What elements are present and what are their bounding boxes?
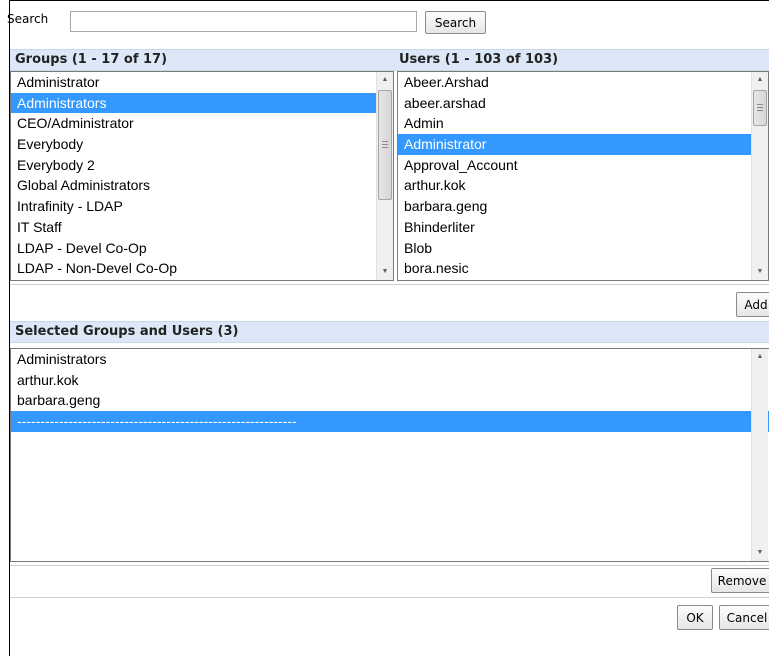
selected-scrollbar[interactable]: ▲ ▼ bbox=[751, 349, 768, 561]
selected-header: Selected Groups and Users (3) bbox=[10, 321, 769, 343]
list-item[interactable]: barbara.geng bbox=[398, 196, 768, 217]
list-item[interactable]: Admin bbox=[398, 113, 768, 134]
search-button[interactable]: Search bbox=[425, 11, 486, 34]
list-item[interactable]: Intrafinity - LDAP bbox=[11, 196, 393, 217]
divider bbox=[10, 284, 769, 285]
group-user-picker-dialog: Search Search Groups (1 - 17 of 17) User… bbox=[0, 0, 769, 656]
divider bbox=[10, 565, 769, 566]
list-item[interactable]: Abeer.Arshad bbox=[398, 72, 768, 93]
groups-header: Groups (1 - 17 of 17) bbox=[10, 49, 394, 71]
search-label: Search bbox=[7, 12, 49, 26]
list-item[interactable]: barbara.geng bbox=[11, 390, 769, 411]
list-item[interactable]: bora.nesic bbox=[398, 258, 768, 279]
list-item[interactable]: abeer.arshad bbox=[398, 93, 768, 114]
selected-list[interactable]: Administrators arthur.kok barbara.geng ----… bbox=[10, 348, 769, 562]
list-item[interactable]: CEO/Administrator bbox=[11, 113, 393, 134]
users-header: Users (1 - 103 of 103) bbox=[394, 49, 769, 71]
scroll-down-icon[interactable]: ▼ bbox=[377, 265, 393, 279]
scroll-down-icon[interactable]: ▼ bbox=[752, 546, 768, 560]
list-item[interactable]: LDAP - Non-Devel Co-Op bbox=[11, 258, 393, 279]
users-scrollbar[interactable]: ▲ ▼ bbox=[751, 72, 768, 280]
users-list[interactable]: Abeer.Arshad abeer.arshad Admin Administrat… bbox=[397, 71, 769, 281]
list-item[interactable]: Everybody bbox=[11, 134, 393, 155]
list-item[interactable]: Global Administrators bbox=[11, 175, 393, 196]
scroll-up-icon[interactable]: ▲ bbox=[752, 350, 768, 364]
remove-button[interactable]: Remove bbox=[711, 568, 769, 593]
users-scroll-thumb[interactable] bbox=[753, 90, 767, 126]
search-input[interactable] bbox=[70, 11, 417, 32]
list-item[interactable]: Administrators bbox=[11, 349, 769, 370]
groups-scrollbar[interactable]: ▲ ▼ bbox=[376, 72, 393, 280]
scroll-down-icon[interactable]: ▼ bbox=[752, 265, 768, 279]
list-item[interactable]: ----------------------------------------… bbox=[11, 411, 769, 432]
list-item[interactable]: arthur.kok bbox=[398, 175, 768, 196]
add-button[interactable]: Add bbox=[736, 292, 769, 317]
top-border bbox=[9, 0, 769, 1]
list-item[interactable]: Approval_Account bbox=[398, 155, 768, 176]
groups-scroll-thumb[interactable] bbox=[378, 90, 392, 200]
list-item[interactable]: Blob bbox=[398, 238, 768, 259]
groups-list[interactable]: Administrator Administrators CEO/Administr… bbox=[10, 71, 394, 281]
list-item[interactable]: arthur.kok bbox=[11, 370, 769, 391]
list-item[interactable]: Bhinderliter bbox=[398, 217, 768, 238]
list-item[interactable]: IT Staff bbox=[11, 217, 393, 238]
list-item[interactable]: LDAP - Devel Co-Op bbox=[11, 238, 393, 259]
list-item[interactable]: Administrator bbox=[398, 134, 768, 155]
list-item[interactable]: Administrator bbox=[11, 72, 393, 93]
divider bbox=[10, 597, 769, 598]
cancel-button[interactable]: Cancel bbox=[719, 605, 769, 630]
scroll-up-icon[interactable]: ▲ bbox=[752, 73, 768, 87]
ok-button[interactable]: OK bbox=[677, 605, 713, 630]
scroll-up-icon[interactable]: ▲ bbox=[377, 73, 393, 87]
list-item[interactable]: Everybody 2 bbox=[11, 155, 393, 176]
list-item[interactable]: Administrators bbox=[11, 92, 393, 114]
